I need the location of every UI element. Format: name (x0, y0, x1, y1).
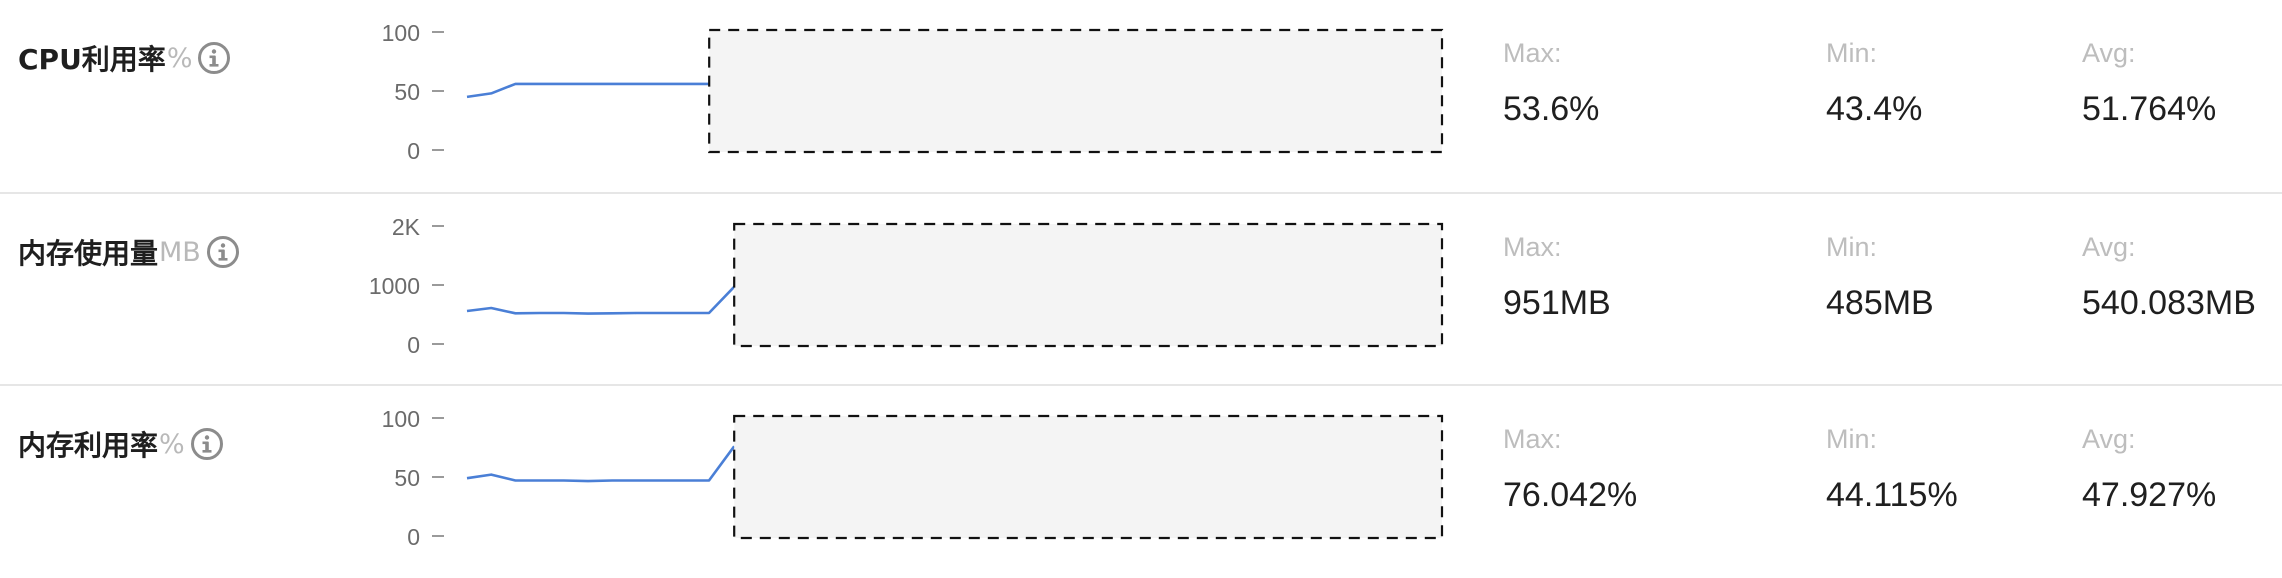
y-tick-label: 2K (392, 214, 421, 240)
stat-min-value: 485MB (1826, 284, 1934, 322)
stat-avg-value: 47.927% (2082, 476, 2217, 514)
metric-unit: % (159, 428, 185, 460)
chart-svg: 2K 1000 0 (369, 214, 1444, 358)
metric-label: CPU利用率 % (18, 38, 232, 78)
stat-max-value: 951MB (1503, 284, 1611, 322)
stat-max: Max: 951MB (1503, 232, 1611, 323)
stat-max: Max: 76.042% (1503, 424, 1637, 515)
y-tick-label: 50 (394, 79, 420, 105)
chart-svg: 100 50 0 (382, 20, 1444, 164)
metric-row-memory-utilization: 内存利用率 % 100 50 0 Max: 76.042% Min: 44.115% (0, 384, 2282, 576)
stat-avg-label: Avg: (2082, 424, 2136, 454)
stat-avg-value: 51.764% (2082, 90, 2217, 128)
stat-avg-label: Avg: (2082, 38, 2136, 68)
no-data-region (733, 414, 1444, 540)
series-line (466, 445, 736, 483)
y-tick-label: 100 (382, 406, 420, 432)
y-tick-label: 0 (407, 332, 420, 358)
metric-chart: 100 50 0 (340, 0, 1460, 192)
y-tick-label: 0 (407, 138, 420, 164)
metric-chart: 2K 1000 0 (340, 194, 1460, 386)
stat-min: Min: 43.4% (1826, 38, 1922, 129)
stat-avg-label: Avg: (2082, 232, 2136, 262)
chart-svg: 100 50 0 (382, 406, 1444, 550)
info-circle-icon[interactable] (196, 40, 232, 76)
y-tick-label: 50 (394, 465, 420, 491)
metric-row-memory-usage: 内存使用量 MB 2K 1000 0 Max: 951MB Min: 485MB (0, 192, 2282, 384)
metric-chart: 100 50 0 (340, 386, 1460, 578)
stat-max-label: Max: (1503, 424, 1562, 454)
stat-avg: Avg: 51.764% (2082, 38, 2216, 129)
info-circle-icon[interactable] (205, 234, 241, 270)
stat-max-label: Max: (1503, 38, 1562, 68)
metric-row-cpu: CPU利用率 % 100 50 0 Max: 53.6% Min: 43.4% (0, 0, 2282, 192)
stat-min-label: Min: (1826, 232, 1878, 262)
stat-min: Min: 485MB (1826, 232, 1934, 323)
metric-title: CPU利用率 (18, 43, 166, 76)
stat-min-value: 44.115% (1826, 476, 1958, 514)
no-data-region (733, 222, 1444, 348)
metric-title: 内存利用率 (18, 429, 159, 462)
stat-min-label: Min: (1826, 38, 1878, 68)
metric-unit: % (166, 42, 193, 74)
y-tick-label: 0 (407, 524, 420, 550)
stat-min-value: 43.4% (1826, 90, 1923, 128)
info-circle-icon[interactable] (189, 426, 225, 462)
stat-max-value: 76.042% (1503, 476, 1638, 514)
y-tick-label: 100 (382, 20, 420, 46)
stat-min: Min: 44.115% (1826, 424, 1958, 515)
stat-max-label: Max: (1503, 232, 1562, 262)
metric-label: 内存利用率 % (18, 424, 225, 464)
metric-unit: MB (159, 236, 201, 268)
series-line (466, 285, 736, 315)
no-data-region (708, 28, 1444, 154)
series-line (466, 82, 711, 99)
stat-min-label: Min: (1826, 424, 1878, 454)
stat-avg: Avg: 47.927% (2082, 424, 2216, 515)
metric-title: 内存使用量 (18, 237, 159, 270)
metric-label: 内存使用量 MB (18, 232, 241, 272)
y-tick-label: 1000 (369, 273, 420, 299)
stat-max-value: 53.6% (1503, 90, 1600, 128)
stat-avg-value: 540.083MB (2082, 284, 2256, 322)
stat-avg: Avg: 540.083MB (2082, 232, 2256, 323)
stat-max: Max: 53.6% (1503, 38, 1599, 129)
